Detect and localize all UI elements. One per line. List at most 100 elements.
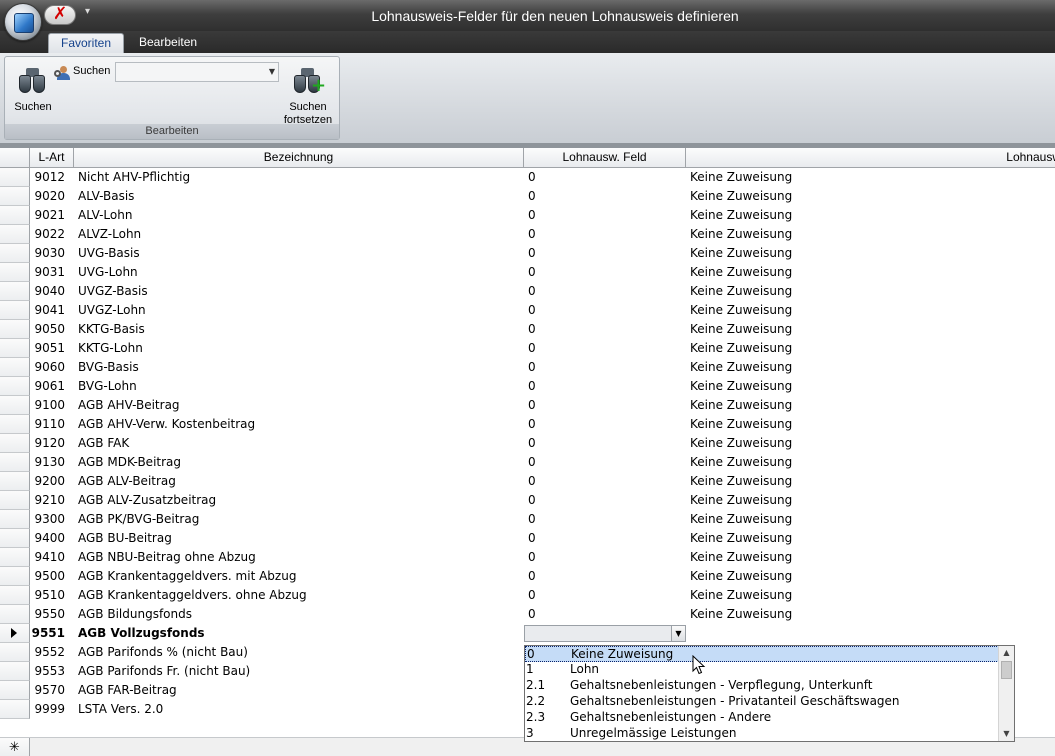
cell-lart[interactable]: 9120 [30,436,74,450]
table-row[interactable]: 9021 ALV-Lohn 0 Keine Zuweisung [0,206,1055,225]
continue-search-button[interactable]: + Suchen fortsetzen [277,63,339,126]
lohnausw-feld-dropdown[interactable]: 0 Keine Zuweisung 1 Lohn 2.1 Gehaltsnebenleis… [524,645,1015,742]
cell-lohnausw-text[interactable]: Keine Zuweisung [690,607,792,621]
row-selector[interactable] [0,206,30,225]
row-selector[interactable] [0,358,30,377]
cell-lohnausw-feld[interactable]: 0 [528,170,536,184]
table-row[interactable]: 9050 KKTG-Basis 0 Keine Zuweisung [0,320,1055,339]
cell-lohnausw-text[interactable]: Keine Zuweisung [690,170,792,184]
cell-lohnausw-feld[interactable]: 0 [528,303,536,317]
cell-lart[interactable]: 9552 [30,645,74,659]
column-header-lohnausw-feld[interactable]: Lohnausw. Feld [524,148,686,168]
cell-lohnausw-feld[interactable]: 0 [528,322,536,336]
cell-lohnausw-feld[interactable]: 0 [528,436,536,450]
row-selector[interactable] [0,396,30,415]
cell-lart[interactable]: 9500 [30,569,74,583]
row-selector[interactable] [0,586,30,605]
cell-bezeichnung[interactable]: AGB AHV-Beitrag [78,398,524,412]
cell-lart[interactable]: 9999 [30,702,74,716]
cell-bezeichnung[interactable]: AGB FAR-Beitrag [78,683,524,697]
cell-lohnausw-text[interactable]: Keine Zuweisung [690,474,792,488]
table-row[interactable]: 9120 AGB FAK 0 Keine Zuweisung [0,434,1055,453]
row-selector[interactable] [0,681,30,700]
row-selector[interactable] [0,510,30,529]
row-selector[interactable] [0,320,30,339]
row-selector[interactable] [0,662,30,681]
column-header-selector[interactable] [0,148,30,168]
table-row[interactable]: 9410 AGB NBU-Beitrag ohne Abzug 0 Keine Zuw… [0,548,1055,567]
cell-lart[interactable]: 9510 [30,588,74,602]
cell-lohnausw-text[interactable]: Keine Zuweisung [690,322,792,336]
table-row[interactable]: 9041 UVGZ-Lohn 0 Keine Zuweisung [0,301,1055,320]
row-selector[interactable] [0,244,30,263]
cell-lart[interactable]: 9210 [30,493,74,507]
row-selector[interactable] [0,168,30,187]
row-selector[interactable] [0,529,30,548]
scroll-thumb[interactable] [1001,661,1012,679]
cell-lohnausw-feld[interactable]: 0 [528,341,536,355]
cell-lart[interactable]: 9040 [30,284,74,298]
column-header-bezeichnung[interactable]: Bezeichnung [74,148,524,168]
dropdown-option[interactable]: 2.3 Gehaltsnebenleistungen - Andere [525,710,999,726]
cell-bezeichnung[interactable]: AGB Parifonds Fr. (nicht Bau) [78,664,524,678]
dropdown-scrollbar[interactable]: ▲ ▼ [998,646,1014,741]
table-row[interactable]: 9500 AGB Krankentaggeldvers. mit Abzug 0 Ke… [0,567,1055,586]
cell-bezeichnung[interactable]: AGB Krankentaggeldvers. ohne Abzug [78,588,524,602]
cell-lart[interactable]: 9031 [30,265,74,279]
lohnausw-feld-editor[interactable]: ▼ [524,625,686,642]
cell-lohnausw-text[interactable]: Keine Zuweisung [690,208,792,222]
cell-lart[interactable]: 9012 [30,170,74,184]
cell-bezeichnung[interactable]: ALVZ-Lohn [78,227,524,241]
cell-bezeichnung[interactable]: AGB NBU-Beitrag ohne Abzug [78,550,524,564]
table-row[interactable]: 9200 AGB ALV-Beitrag 0 Keine Zuweisung [0,472,1055,491]
column-header-lohnausw-text[interactable]: Lohnausw [686,148,1055,168]
table-row[interactable]: 9110 AGB AHV-Verw. Kostenbeitrag 0 Keine Zu… [0,415,1055,434]
table-row[interactable]: 9100 AGB AHV-Beitrag 0 Keine Zuweisung [0,396,1055,415]
cell-lart[interactable]: 9551 [30,626,74,640]
cell-bezeichnung[interactable]: UVGZ-Basis [78,284,524,298]
table-row[interactable]: 9550 AGB Bildungsfonds 0 Keine Zuweisung [0,605,1055,624]
cell-lart[interactable]: 9021 [30,208,74,222]
scroll-up-icon[interactable]: ▲ [999,646,1014,660]
row-selector[interactable] [0,282,30,301]
table-row[interactable]: 9012 Nicht AHV-Pflichtig 0 Keine Zuweisung [0,168,1055,187]
cell-lart[interactable]: 9100 [30,398,74,412]
cell-lohnausw-feld[interactable]: 0 [528,284,536,298]
cell-bezeichnung[interactable]: Nicht AHV-Pflichtig [78,170,524,184]
cell-lohnausw-feld[interactable]: 0 [528,493,536,507]
cell-lohnausw-text[interactable]: Keine Zuweisung [690,379,792,393]
row-selector[interactable] [0,339,30,358]
cell-lart[interactable]: 9022 [30,227,74,241]
cell-lohnausw-feld[interactable]: 0 [528,208,536,222]
cell-lohnausw-feld[interactable]: 0 [528,588,536,602]
table-row[interactable]: 9051 KKTG-Lohn 0 Keine Zuweisung [0,339,1055,358]
cell-lohnausw-feld[interactable]: 0 [528,474,536,488]
cell-lohnausw-feld[interactable]: 0 [528,607,536,621]
dropdown-option[interactable]: 3 Unregelmässige Leistungen [525,726,999,741]
row-selector[interactable] [0,472,30,491]
cell-bezeichnung[interactable]: AGB Vollzugsfonds [78,626,524,640]
cell-lohnausw-text[interactable]: Keine Zuweisung [690,303,792,317]
cell-bezeichnung[interactable]: ALV-Lohn [78,208,524,222]
cell-lart[interactable]: 9200 [30,474,74,488]
row-selector[interactable] [0,605,30,624]
cell-lohnausw-text[interactable]: Keine Zuweisung [690,455,792,469]
cell-lart[interactable]: 9130 [30,455,74,469]
cell-bezeichnung[interactable]: UVGZ-Lohn [78,303,524,317]
row-selector[interactable] [0,453,30,472]
table-row[interactable]: 9210 AGB ALV-Zusatzbeitrag 0 Keine Zuweisun… [0,491,1055,510]
cell-lohnausw-text[interactable]: Keine Zuweisung [690,569,792,583]
cell-lohnausw-feld[interactable]: 0 [528,379,536,393]
tab-bearbeiten[interactable]: Bearbeiten [127,33,209,53]
cell-bezeichnung[interactable]: AGB FAK [78,436,524,450]
cell-lart[interactable]: 9550 [30,607,74,621]
cell-lohnausw-text[interactable]: Keine Zuweisung [690,284,792,298]
row-selector[interactable] [0,567,30,586]
cell-lohnausw-text[interactable]: Keine Zuweisung [690,588,792,602]
row-selector[interactable] [0,263,30,282]
table-row[interactable]: 9022 ALVZ-Lohn 0 Keine Zuweisung [0,225,1055,244]
cell-lohnausw-text[interactable]: Keine Zuweisung [690,512,792,526]
cell-lohnausw-text[interactable]: Keine Zuweisung [690,493,792,507]
dropdown-option[interactable]: 1 Lohn [525,662,999,678]
cell-bezeichnung[interactable]: UVG-Basis [78,246,524,260]
